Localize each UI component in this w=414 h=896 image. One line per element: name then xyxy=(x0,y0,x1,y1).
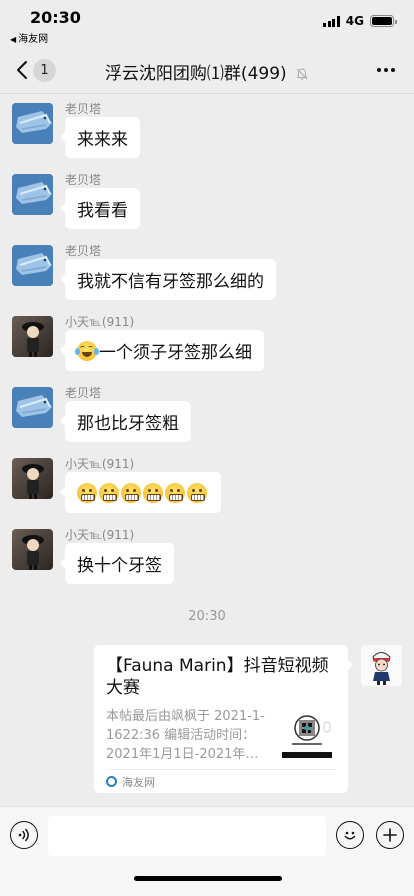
avatar[interactable] xyxy=(12,387,53,428)
message-text: 来来来 xyxy=(77,130,128,150)
tears-of-joy-emoji-icon xyxy=(75,340,99,361)
person-avatar-icon xyxy=(12,529,53,570)
link-card-thumbnail xyxy=(280,707,334,761)
voice-icon xyxy=(18,828,29,842)
grimacing-emoji-icon xyxy=(143,482,163,503)
avatar[interactable] xyxy=(12,316,53,357)
avatar[interactable] xyxy=(12,103,53,144)
time-separator: 20:30 xyxy=(188,609,226,624)
message-text: 换十个牙签 xyxy=(77,556,162,576)
grimacing-emoji-icon xyxy=(99,482,119,503)
message-text: 我看看 xyxy=(77,201,128,221)
fish-avatar-icon xyxy=(12,103,53,144)
message-bubble[interactable]: 来来来 xyxy=(60,117,140,158)
avatar[interactable] xyxy=(12,245,53,286)
chat-title: 浮云沈阳团购⑴群(499) xyxy=(104,64,287,84)
chat-header: 1 浮云沈阳团购⑴群(499) xyxy=(0,46,414,94)
message-bubble[interactable]: 我就不信有牙签那么细的 xyxy=(60,259,276,300)
message-bubble[interactable]: 一个须子牙签那么细 xyxy=(60,330,264,371)
grimacing-emoji-icon xyxy=(121,482,141,503)
fish-avatar-icon xyxy=(12,245,53,286)
qr-code-thumbnail-icon xyxy=(280,707,334,761)
grimacing-emoji-icon xyxy=(77,482,97,503)
fish-avatar-icon xyxy=(12,387,53,428)
chat-title-container: 浮云沈阳团购⑴群(499) xyxy=(0,59,414,84)
status-indicators: 4G xyxy=(323,14,397,28)
sender-name: 老贝塔 xyxy=(65,244,102,258)
network-type: 4G xyxy=(345,14,364,28)
person-avatar-icon xyxy=(12,316,53,357)
mute-bell-icon xyxy=(296,68,308,80)
link-card-body: 本帖最后由飒枫于 2021-1-1622:36 编辑活动时间：2021年1月1日… xyxy=(106,707,336,764)
back-app-label: 海友网 xyxy=(18,34,49,45)
home-indicator[interactable] xyxy=(134,876,282,881)
avatar[interactable] xyxy=(12,529,53,570)
more-functions-button[interactable] xyxy=(376,821,404,849)
plus-icon xyxy=(383,828,397,842)
input-bar xyxy=(0,806,414,896)
status-time: 20:30 xyxy=(30,8,81,27)
signal-icon xyxy=(323,15,340,27)
message-input[interactable] xyxy=(48,816,326,856)
message-bubble[interactable]: 换十个牙签 xyxy=(60,543,174,584)
link-card-description: 本帖最后由飒枫于 2021-1-1622:36 编辑活动时间：2021年1月1日… xyxy=(106,709,265,762)
avatar[interactable] xyxy=(12,174,53,215)
sender-name: 老贝塔 xyxy=(65,386,102,400)
more-options-button[interactable] xyxy=(374,59,398,81)
grimacing-emoji-icon xyxy=(165,482,185,503)
link-card-title: 【Fauna Marin】抖音短视频大赛 xyxy=(106,656,329,698)
status-bar: 20:30 ◀ 海友网 4G xyxy=(0,0,414,46)
battery-icon xyxy=(370,15,397,27)
link-card[interactable]: 【Fauna Marin】抖音短视频大赛 本帖最后由飒枫于 2021-1-162… xyxy=(94,645,353,793)
sender-name: 老贝塔 xyxy=(65,102,102,116)
cartoon-avatar-icon xyxy=(361,645,402,686)
message-bubble[interactable]: 那也比牙签粗 xyxy=(60,401,191,442)
fish-avatar-icon xyxy=(12,174,53,215)
link-card-source: 海友网 xyxy=(106,769,336,793)
sender-name: 老贝塔 xyxy=(65,173,102,187)
smiley-icon xyxy=(344,831,356,840)
voice-input-button[interactable] xyxy=(10,821,38,849)
back-to-app-link[interactable]: ◀ 海友网 xyxy=(10,30,48,45)
sender-name: 小天℡(911) xyxy=(65,528,135,542)
back-triangle-icon: ◀ xyxy=(10,35,17,44)
message-bubble[interactable] xyxy=(60,472,221,513)
self-avatar[interactable] xyxy=(361,645,402,686)
site-logo-icon xyxy=(106,776,117,787)
message-bubble[interactable]: 我看看 xyxy=(60,188,140,229)
avatar[interactable] xyxy=(12,458,53,499)
message-text: 一个须子牙签那么细 xyxy=(99,343,252,363)
sender-name: 小天℡(911) xyxy=(65,457,135,471)
message-text: 我就不信有牙签那么细的 xyxy=(77,272,264,292)
sender-name: 小天℡(911) xyxy=(65,315,135,329)
link-card-source-label: 海友网 xyxy=(122,775,155,789)
message-text: 那也比牙签粗 xyxy=(77,414,179,434)
person-avatar-icon xyxy=(12,458,53,499)
grimacing-emoji-icon xyxy=(187,482,207,503)
emoji-button[interactable] xyxy=(336,821,364,849)
